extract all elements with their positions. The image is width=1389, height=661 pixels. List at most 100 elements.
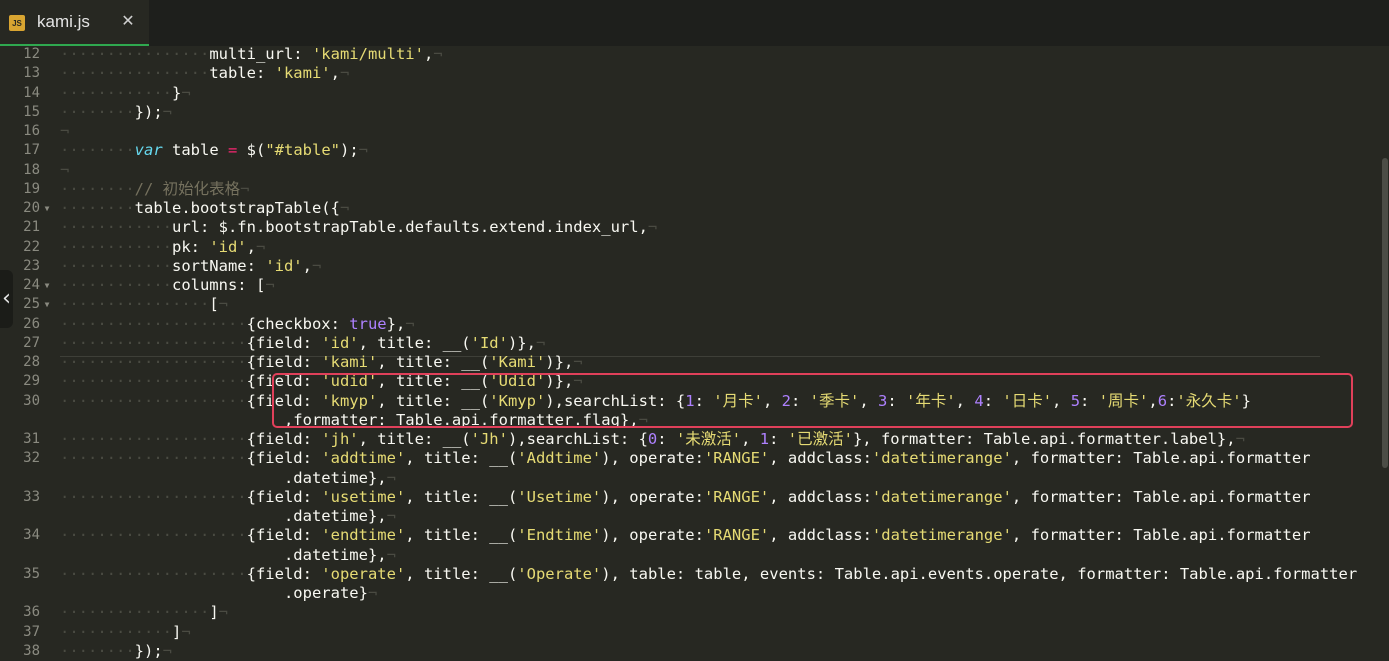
- whitespace-marker: ············: [60, 218, 172, 237]
- whitespace-marker: ················: [60, 45, 210, 63]
- whitespace-marker: ¬: [535, 333, 546, 352]
- code-line: ········});¬: [60, 642, 172, 661]
- code-text: $(: [237, 141, 266, 160]
- string-literal: 'Kami': [489, 353, 546, 371]
- whitespace-marker: ¬: [647, 218, 658, 237]
- string-literal: 'RANGE': [703, 487, 770, 506]
- whitespace-marker: ····················: [60, 314, 247, 333]
- tab-title: kami.js: [37, 12, 90, 31]
- code-text: ,: [423, 45, 434, 63]
- string-literal: 'kami/multi': [311, 45, 424, 63]
- string-literal: 'addtime': [321, 449, 406, 468]
- code-text: {field:: [246, 564, 322, 583]
- whitespace-marker: ····················: [60, 353, 247, 371]
- code-text: , title: __(: [358, 430, 471, 448]
- string-literal: 'Endtime': [517, 526, 602, 545]
- code-text: table.bootstrapTable({: [134, 199, 340, 217]
- code-text: },: [386, 314, 406, 333]
- code-text: sortName:: [171, 256, 266, 275]
- code-text: ]: [171, 622, 182, 641]
- whitespace-marker: ¬: [405, 314, 415, 333]
- code-text: {field:: [246, 333, 322, 352]
- code-text: , addclass:: [769, 449, 872, 468]
- whitespace-marker: ············: [60, 622, 172, 641]
- code-text: .datetime},: [60, 545, 387, 564]
- code-text: });: [134, 641, 163, 660]
- code-line: .datetime},¬: [60, 469, 396, 488]
- code-line: ············]¬: [60, 623, 191, 642]
- code-text: , title: __(: [405, 564, 518, 583]
- close-icon[interactable]: ✕: [119, 11, 137, 31]
- whitespace-marker: ············: [60, 237, 172, 256]
- whitespace-marker: ¬: [386, 507, 396, 525]
- code-text: , formatter: Table.api.formatter: [1011, 449, 1311, 468]
- code-text: table: [162, 141, 228, 160]
- code-text: table:: [209, 64, 275, 83]
- code-line: ················[¬: [60, 295, 228, 314]
- whitespace-marker: ¬: [218, 295, 228, 314]
- code-line: ····················{field: 'operate', t…: [60, 565, 1357, 584]
- whitespace-marker: ················: [60, 603, 210, 622]
- code-editor[interactable]: ················multi_url: 'kami/multi',…: [0, 45, 1389, 660]
- code-text: )},: [507, 333, 536, 352]
- whitespace-marker: ····················: [60, 449, 247, 468]
- whitespace-marker: ¬: [311, 256, 322, 275]
- code-line: ¬: [60, 161, 69, 180]
- string-literal: 'kami': [321, 353, 378, 371]
- whitespace-marker: ········: [60, 102, 135, 121]
- whitespace-marker: ¬: [181, 83, 191, 102]
- sidebar-toggle-chevron-left-icon[interactable]: ‹: [0, 270, 13, 328]
- whitespace-marker: ¬: [433, 45, 443, 63]
- whitespace-marker: ¬: [339, 199, 350, 217]
- string-literal: 'Operate': [517, 564, 602, 583]
- string-literal: 'datetimerange': [871, 487, 1012, 506]
- code-line: ········table.bootstrapTable({¬: [60, 199, 349, 218]
- code-line: ················]¬: [60, 603, 228, 622]
- code-text: , formatter: Table.api.formatter: [1011, 526, 1311, 545]
- code-text: :: [657, 430, 676, 448]
- code-text: ,: [302, 256, 312, 275]
- code-text: {field:: [246, 487, 322, 506]
- code-text: , addclass:: [769, 487, 872, 506]
- whitespace-marker: ¬: [60, 122, 70, 140]
- code-line: ········});¬: [60, 103, 172, 122]
- number-literal: 0: [647, 430, 658, 448]
- code-text: , formatter: Table.api.formatter: [1011, 487, 1311, 506]
- code-text: ]: [209, 603, 219, 622]
- code-text: , title: __(: [405, 449, 518, 468]
- string-literal: 'usetime': [321, 487, 406, 506]
- whitespace-marker: ····················: [60, 430, 247, 448]
- code-text: ), operate:: [601, 526, 704, 545]
- whitespace-marker: ····················: [60, 487, 247, 506]
- code-text: ), operate:: [601, 487, 704, 506]
- code-text: {field:: [246, 526, 322, 545]
- code-text: ,: [330, 64, 340, 83]
- whitespace-marker: ¬: [240, 179, 250, 198]
- whitespace-marker: ¬: [60, 160, 70, 179]
- whitespace-marker: ········: [60, 199, 135, 217]
- string-literal: 'Usetime': [517, 487, 602, 506]
- tab-kami-js[interactable]: JS kami.js ✕: [0, 0, 149, 46]
- code-line: ····················{field: 'endtime', t…: [60, 526, 1311, 545]
- code-text: )},: [545, 353, 574, 371]
- whitespace-marker: ¬: [218, 603, 228, 622]
- code-text: ,: [741, 430, 760, 448]
- whitespace-marker: ¬: [573, 353, 583, 371]
- code-line: ············columns: [¬: [60, 276, 275, 295]
- code-text: .operate}: [60, 584, 368, 602]
- code-text: ), operate:: [601, 449, 704, 468]
- whitespace-marker: ¬: [181, 622, 191, 641]
- code-line: ············}¬: [60, 84, 191, 103]
- whitespace-marker: ¬: [386, 545, 396, 564]
- scrollbar-thumb[interactable]: [1382, 158, 1388, 468]
- string-literal: "#table": [265, 141, 340, 160]
- code-text: pk:: [171, 237, 210, 256]
- code-line: ····················{checkbox: true},¬: [60, 315, 415, 334]
- string-literal: 'Id': [470, 333, 508, 352]
- code-line: ¬: [60, 122, 69, 141]
- code-text: columns: [: [171, 276, 266, 294]
- code-text: {checkbox:: [246, 314, 350, 333]
- code-text: , title: __(: [358, 333, 471, 352]
- code-line: ····················{field: 'usetime', t…: [60, 488, 1311, 507]
- code-text: ),searchList: {: [507, 430, 648, 448]
